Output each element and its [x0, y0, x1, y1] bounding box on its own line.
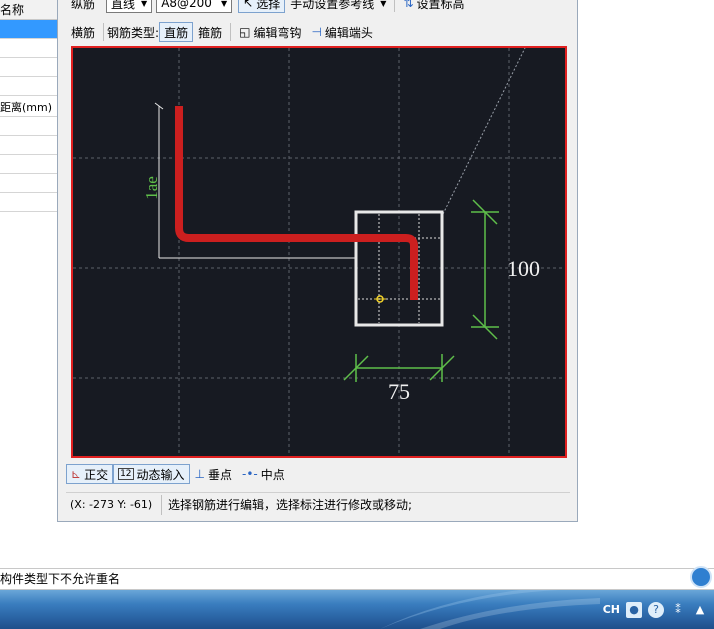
- coordinate-readout: (X: -273 Y: -61): [66, 494, 162, 515]
- property-row[interactable]: [0, 174, 58, 193]
- edit-hook-label: 编辑弯钩: [253, 25, 302, 40]
- property-row[interactable]: [0, 117, 58, 136]
- ortho-label: 正交: [84, 467, 109, 482]
- chevron-down-icon: ▼: [221, 0, 228, 8]
- property-row[interactable]: [0, 155, 58, 174]
- ref-line-dropdown[interactable]: 手动设置参考线 ▼: [285, 0, 391, 13]
- edit-end-button[interactable]: ⊣ 编辑端头: [306, 22, 377, 42]
- property-row[interactable]: [0, 77, 58, 96]
- perpendicular-label: 垂点: [208, 467, 233, 482]
- leader-line: [442, 48, 526, 215]
- horizontal-rebar-button[interactable]: 横筋: [66, 22, 100, 42]
- snap-toolbar: ⊾ 正交 12 动态输入 ⊥ 垂点 -•- 中点: [66, 463, 290, 485]
- user-icon[interactable]: [690, 566, 712, 588]
- property-row[interactable]: [0, 58, 58, 77]
- dynamic-input-button[interactable]: 12 动态输入: [113, 464, 190, 484]
- spec-select[interactable]: A8@200 ▼: [156, 0, 233, 13]
- property-row[interactable]: 距离(mm): [0, 98, 58, 117]
- ortho-icon: ⊾: [71, 467, 82, 481]
- toolbar-divider: [230, 23, 232, 41]
- insert-point-icon[interactable]: [374, 295, 386, 303]
- taskbar: CH ● ? ⁑ ▲: [0, 590, 714, 629]
- midpoint-label: 中点: [260, 467, 285, 482]
- rebar-edit-dialog: 纵筋 直线 ▼ A8@200 ▼ ↖ 选择 手动设置参考线 ▼ ⇅ 设置标高 横…: [57, 0, 578, 522]
- drawing-svg[interactable]: 1ae 100 75: [73, 48, 565, 456]
- toolbar-main: 纵筋 直线 ▼ A8@200 ▼ ↖ 选择 手动设置参考线 ▼ ⇅ 设置标高: [66, 0, 470, 14]
- line-mode-select[interactable]: 直线 ▼: [106, 0, 153, 13]
- property-row[interactable]: [0, 20, 58, 39]
- rebar-longitudinal-label: 纵筋: [71, 0, 96, 11]
- end-icon: ⊣: [311, 25, 322, 39]
- width-dimension-text[interactable]: 75: [388, 379, 410, 404]
- elevation-icon: ⇅: [403, 0, 414, 10]
- property-panel: 名称 距离(mm): [0, 0, 58, 212]
- toolbar-divider: [394, 0, 396, 12]
- grid-lines: [73, 48, 565, 456]
- chevron-down-icon: ▼: [141, 0, 148, 8]
- status-bar: (X: -273 Y: -61) 选择钢筋进行编辑，选择标注进行修改或移动;: [66, 492, 570, 516]
- property-header: 名称: [0, 0, 58, 20]
- info-message: 构件类型下不允许重名: [0, 572, 121, 586]
- info-bar: 构件类型下不允许重名: [0, 568, 714, 590]
- spec-value: A8@200: [161, 0, 212, 10]
- edit-hook-button[interactable]: ◱ 编辑弯钩: [234, 22, 306, 42]
- select-button[interactable]: ↖ 选择: [238, 0, 286, 13]
- user-icon[interactable]: ●: [626, 601, 642, 618]
- chevron-down-icon: ▼: [380, 0, 387, 8]
- stirrup-button[interactable]: 箍筋: [193, 22, 227, 42]
- height-dimension-text[interactable]: 100: [507, 256, 540, 281]
- ortho-button[interactable]: ⊾ 正交: [66, 464, 114, 484]
- system-tray: CH ● ? ⁑ ▲: [603, 590, 714, 629]
- height-dimension[interactable]: [471, 199, 499, 340]
- settings-icon[interactable]: ⁑: [670, 602, 686, 618]
- set-elevation-button[interactable]: ⇅ 设置标高: [398, 0, 469, 13]
- perpendicular-button[interactable]: ⊥ 垂点: [190, 464, 237, 484]
- status-message: 选择钢筋进行编辑，选择标注进行修改或移动;: [168, 497, 413, 512]
- language-indicator[interactable]: CH: [603, 603, 620, 616]
- chevron-up-icon[interactable]: ▲: [692, 602, 708, 618]
- select-label: 选择: [256, 0, 281, 11]
- property-row[interactable]: [0, 136, 58, 155]
- edit-end-label: 编辑端头: [324, 25, 373, 40]
- perpendicular-icon: ⊥: [194, 467, 205, 481]
- property-row[interactable]: [0, 193, 58, 212]
- dynamic-input-icon: 12: [118, 468, 134, 480]
- elevation-label: 设置标高: [416, 0, 465, 11]
- line-mode-value: 直线: [111, 0, 136, 11]
- straight-rebar-button[interactable]: 直筋: [159, 22, 194, 42]
- toolbar-divider: [103, 23, 105, 41]
- midpoint-button[interactable]: -•- 中点: [237, 464, 290, 484]
- midpoint-icon: -•-: [242, 467, 258, 481]
- hook-icon: ◱: [239, 25, 251, 39]
- property-row[interactable]: [0, 39, 58, 58]
- rebar-type-label: 钢筋类型:: [107, 25, 160, 40]
- help-icon[interactable]: ?: [648, 601, 664, 618]
- dynamic-input-label: 动态输入: [136, 467, 185, 482]
- drawing-canvas[interactable]: 1ae 100 75: [71, 46, 567, 458]
- lae-label[interactable]: 1ae: [142, 176, 161, 200]
- ref-line-label: 手动设置参考线: [290, 0, 375, 11]
- cursor-arrow-icon: ↖: [243, 0, 254, 10]
- toolbar-rebar-type: 横筋 钢筋类型: 直筋 箍筋 ◱ 编辑弯钩 ⊣ 编辑端头: [66, 21, 378, 43]
